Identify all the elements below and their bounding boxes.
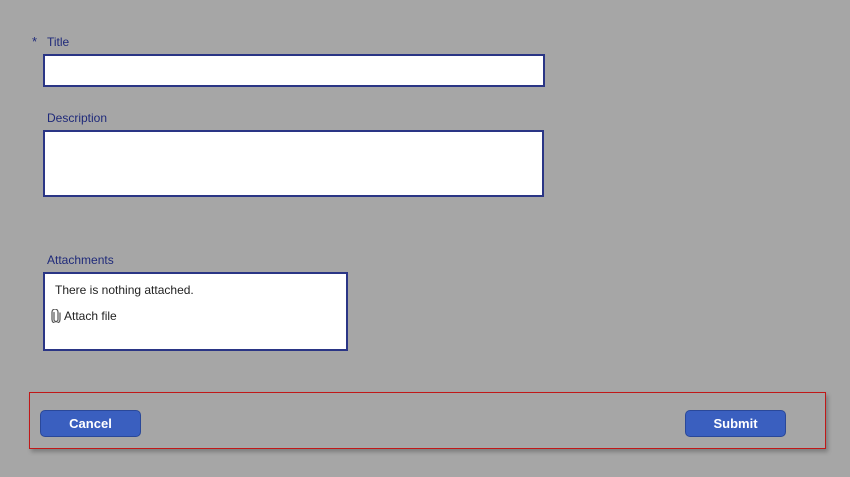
attachments-box: There is nothing attached. Attach file	[43, 272, 348, 351]
attachments-label: Attachments	[47, 253, 114, 267]
action-bar: Cancel Submit	[29, 392, 826, 449]
title-label: Title	[47, 35, 70, 49]
cancel-button[interactable]: Cancel	[40, 410, 141, 437]
paperclip-icon	[51, 308, 61, 325]
title-input[interactable]	[43, 54, 545, 87]
description-input[interactable]	[43, 130, 544, 197]
required-marker: *	[32, 34, 38, 49]
description-label: Description	[47, 111, 108, 125]
attachments-empty-text: There is nothing attached.	[55, 283, 194, 297]
submit-button[interactable]: Submit	[685, 410, 786, 437]
attach-file-link[interactable]: Attach file	[51, 308, 117, 325]
attach-file-label: Attach file	[64, 309, 117, 323]
